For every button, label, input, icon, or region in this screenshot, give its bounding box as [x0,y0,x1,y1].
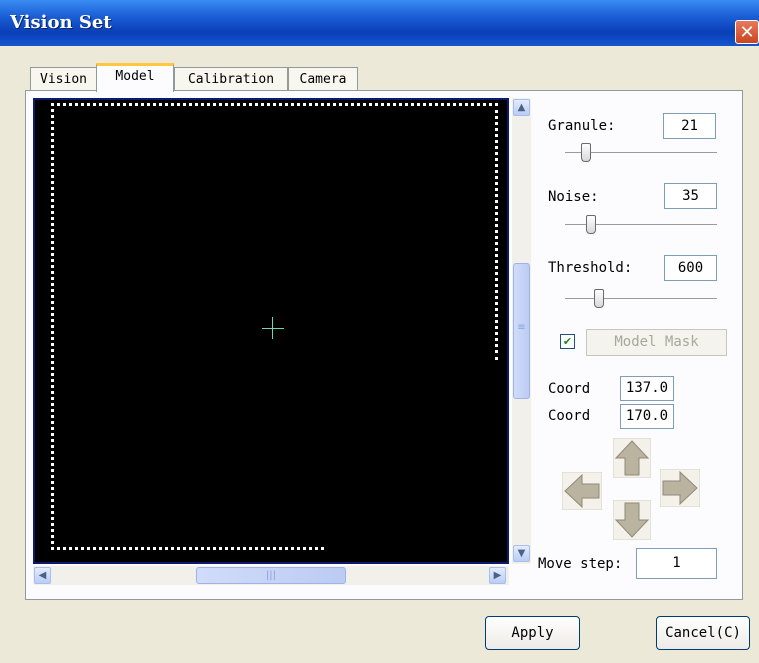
threshold-field[interactable]: 600 [664,255,717,281]
noise-field[interactable]: 35 [664,183,717,209]
apply-button[interactable]: Apply [485,616,580,650]
window-title: Vision Set [10,12,112,33]
image-viewport[interactable] [33,98,509,564]
arrow-up-icon[interactable] [613,438,651,478]
arrow-down-icon[interactable] [613,500,651,540]
cancel-button[interactable]: Cancel(C) [656,616,750,650]
title-bar[interactable]: Vision Set ✕ [0,0,759,46]
crosshair-vertical [272,317,273,339]
granule-slider[interactable] [581,143,591,162]
scroll-left-button[interactable]: ◀ [34,567,51,584]
roi-bottom-left-outline [51,103,324,550]
chevron-down-icon: ▼ [517,548,526,559]
coord-x-label: Coord [548,381,591,397]
tab-camera[interactable]: Camera [288,67,358,91]
coord-y-label: Coord [548,408,591,424]
scroll-up-button[interactable]: ▲ [513,99,530,116]
model-mask-button[interactable]: Model Mask [586,329,727,356]
tab-calibration[interactable]: Calibration [174,67,288,91]
crosshair-icon [262,328,284,329]
coord-y-field[interactable]: 170.0 [620,404,674,429]
checkmark-icon: ✔ [562,335,573,348]
threshold-slider-track [565,298,717,299]
horizontal-scroll-thumb[interactable]: ||| [196,567,346,584]
coord-x-field[interactable]: 137.0 [620,376,674,401]
close-icon: ✕ [739,22,755,43]
tab-vision[interactable]: Vision [30,67,97,91]
close-button[interactable]: ✕ [735,20,759,44]
chevron-left-icon: ◀ [38,570,47,581]
vision-set-dialog: Vision Set ✕ Vision Model Calibration Ca… [0,0,759,663]
move-step-field[interactable]: 1 [636,548,717,579]
granule-label: Granule: [548,118,616,134]
noise-label: Noise: [548,189,599,205]
move-step-label: Move step: [538,556,623,572]
scroll-down-button[interactable]: ▼ [513,545,530,562]
vertical-scroll-thumb[interactable]: ≡ [513,263,530,399]
noise-slider[interactable] [586,215,596,234]
grip-icon: ||| [265,570,277,581]
threshold-label: Threshold: [548,260,633,276]
granule-field[interactable]: 21 [663,113,716,139]
chevron-right-icon: ▶ [493,570,502,581]
arrow-left-icon[interactable] [562,472,602,510]
arrow-right-icon[interactable] [660,469,700,507]
scroll-right-button[interactable]: ▶ [489,567,506,584]
horizontal-scrollbar[interactable]: ◀ ||| ▶ [33,566,509,585]
vertical-scrollbar[interactable]: ▲ ≡ ▼ [512,98,531,564]
threshold-slider[interactable] [594,289,604,308]
model-mask-checkbox[interactable]: ✔ [560,334,575,349]
tab-model[interactable]: Model [96,63,174,92]
grip-icon: ≡ [517,322,526,333]
chevron-up-icon: ▲ [517,102,526,113]
